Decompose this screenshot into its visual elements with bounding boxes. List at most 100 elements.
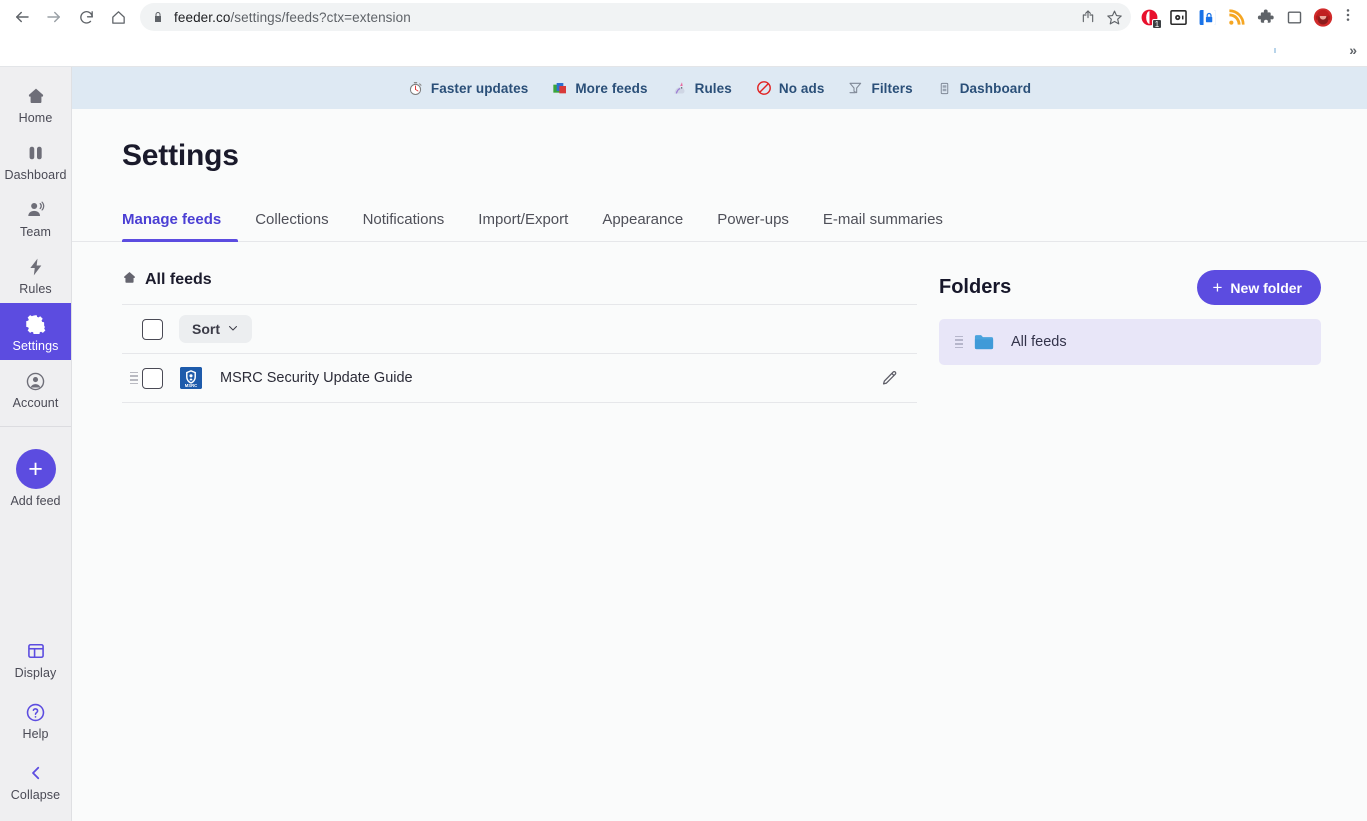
page-title: Settings — [122, 139, 239, 172]
extensions-puzzle-icon[interactable] — [1255, 7, 1275, 27]
tab-email-summaries[interactable]: E-mail summaries — [806, 211, 960, 241]
svg-text:MSRC: MSRC — [185, 383, 197, 388]
tab-power-ups[interactable]: Power-ups — [700, 211, 806, 241]
settings-tabs: Manage feeds Collections Notifications I… — [72, 185, 1367, 242]
feeds-panel: All feeds Sort MSRC MSRC Security Update… — [122, 242, 917, 403]
browser-toolbar: feeder.co/settings/feeds?ctx=extension 1 — [0, 0, 1367, 34]
bookmarks-bar: » — [0, 34, 1367, 66]
bookmark-marker-icon — [1274, 48, 1276, 53]
promo-link-dashboard[interactable]: Dashboard — [925, 80, 1043, 96]
table-row[interactable]: MSRC MSRC Security Update Guide — [122, 354, 917, 403]
plus-icon: + — [15, 449, 56, 489]
tab-import-export[interactable]: Import/Export — [461, 211, 585, 241]
promo-bar: Faster updates More feeds Rules No ads F… — [72, 67, 1367, 109]
promo-link-filters[interactable]: Filters — [836, 80, 924, 96]
dashboard-mini-icon — [937, 80, 953, 96]
address-bar[interactable]: feeder.co/settings/feeds?ctx=extension — [140, 3, 1131, 31]
lightning-bolt-icon — [26, 255, 46, 279]
sort-button[interactable]: Sort — [179, 315, 252, 343]
pencil-edit-icon[interactable] — [880, 369, 899, 388]
stopwatch-icon — [408, 80, 424, 96]
star-icon[interactable] — [1106, 9, 1123, 26]
sidebar-item-label: Settings — [12, 339, 59, 353]
select-all-checkbox[interactable] — [142, 318, 163, 340]
promo-link-label: No ads — [778, 80, 825, 96]
profile-avatar-icon[interactable] — [1313, 7, 1333, 27]
sidebar-item-settings[interactable]: Settings — [0, 303, 71, 360]
chevron-down-icon — [227, 321, 239, 337]
tab-label: Manage feeds — [122, 211, 222, 228]
lock-icon — [152, 11, 164, 23]
gear-icon — [25, 312, 46, 336]
content-column: Faster updates More feeds Rules No ads F… — [72, 67, 1367, 821]
feeds-stack-icon — [552, 80, 568, 96]
three-dot-menu-icon — [1340, 7, 1356, 28]
url-path: /settings/feeds?ctx=extension — [230, 9, 411, 25]
all-feeds-header: All feeds — [122, 242, 917, 304]
feeds-toolbar: Sort — [122, 304, 917, 354]
sort-label: Sort — [192, 321, 220, 337]
feed-title: MSRC Security Update Guide — [220, 370, 413, 386]
tab-notifications[interactable]: Notifications — [346, 211, 462, 241]
tab-manage-feeds[interactable]: Manage feeds — [122, 211, 239, 242]
sidebar-item-display[interactable]: Display — [0, 628, 71, 689]
bookmarks-overflow-button[interactable]: » — [1349, 43, 1357, 57]
sidebar-item-help[interactable]: Help — [0, 689, 71, 750]
list-item[interactable]: All feeds — [939, 319, 1321, 365]
forward-button[interactable] — [38, 2, 70, 32]
tab-collections[interactable]: Collections — [238, 211, 345, 241]
drag-handle-icon[interactable] — [947, 335, 967, 349]
feed-row-checkbox[interactable] — [142, 367, 163, 389]
tab-label: Appearance — [602, 211, 684, 228]
team-icon — [25, 198, 47, 222]
sidebar-item-label: Collapse — [10, 788, 61, 802]
sidebar-item-rules[interactable]: Rules — [0, 246, 71, 303]
sidebar-item-collapse[interactable]: Collapse — [0, 750, 71, 811]
tab-appearance[interactable]: Appearance — [585, 211, 700, 241]
promo-link-label: Rules — [694, 80, 732, 96]
rss-feeder-extension-icon[interactable] — [1226, 7, 1246, 27]
back-arrow-icon — [13, 8, 31, 26]
opera-gx-extension-icon[interactable]: 1 — [1139, 7, 1162, 29]
sidebar-item-home[interactable]: Home — [0, 75, 71, 132]
promo-link-rules[interactable]: Rules — [660, 80, 744, 96]
new-folder-button[interactable]: + New folder — [1197, 270, 1321, 305]
reload-button[interactable] — [70, 2, 102, 32]
left-sidebar: Home Dashboard Team Rules Settings Accou… — [0, 67, 72, 821]
sidepanel-icon[interactable] — [1284, 7, 1304, 27]
promo-link-label: More feeds — [575, 80, 648, 96]
back-button[interactable] — [6, 2, 38, 32]
safe-box-extension-icon[interactable] — [1168, 7, 1188, 27]
sidebar-item-label: Home — [18, 111, 53, 125]
account-circle-icon — [25, 369, 46, 393]
dashboard-icon — [26, 141, 46, 165]
password-manager-extension-icon[interactable] — [1197, 7, 1217, 27]
promo-link-faster-updates[interactable]: Faster updates — [396, 80, 540, 96]
sidebar-item-label: Help — [22, 727, 49, 741]
promo-link-more-feeds[interactable]: More feeds — [540, 80, 659, 96]
sidebar-item-account[interactable]: Account — [0, 360, 71, 417]
home-button[interactable] — [102, 2, 134, 32]
promo-link-no-ads[interactable]: No ads — [744, 80, 837, 96]
drag-handle-icon[interactable] — [122, 371, 142, 385]
sidebar-add-feed[interactable]: + Add feed — [0, 427, 71, 508]
question-mark-circle-icon — [25, 700, 46, 724]
no-entry-icon — [756, 80, 772, 96]
home-icon — [26, 84, 46, 108]
sidebar-item-team[interactable]: Team — [0, 189, 71, 246]
browser-menu-button[interactable] — [1335, 3, 1361, 31]
folders-title: Folders — [939, 276, 1012, 298]
sidebar-item-dashboard[interactable]: Dashboard — [0, 132, 71, 189]
tab-label: Notifications — [362, 211, 445, 228]
home-icon — [122, 270, 137, 290]
tab-label: Import/Export — [478, 211, 569, 228]
sidebar-item-label: Team — [20, 225, 51, 239]
share-icon[interactable] — [1080, 9, 1096, 25]
folder-name: All feeds — [1011, 334, 1067, 350]
promo-link-label: Filters — [871, 80, 913, 96]
app-shell: Home Dashboard Team Rules Settings Accou… — [0, 66, 1367, 821]
settings-page: Settings Manage feeds Collections Notifi… — [72, 109, 1367, 821]
feed-favicon: MSRC — [180, 367, 202, 389]
extension-badge-count: 1 — [1152, 19, 1162, 29]
tab-label: Power-ups — [717, 211, 789, 228]
